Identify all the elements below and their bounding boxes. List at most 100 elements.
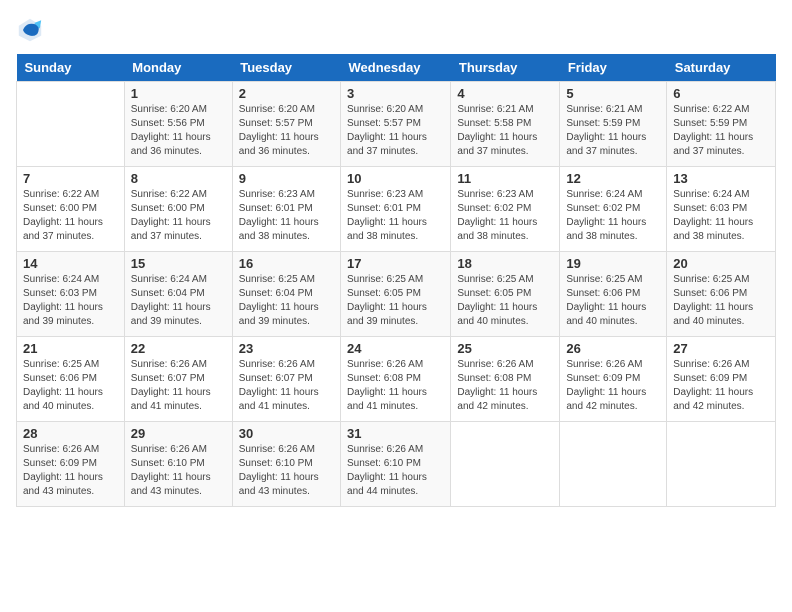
calendar-cell: 18 Sunrise: 6:25 AM Sunset: 6:05 PM Dayli… — [451, 252, 560, 337]
calendar-cell — [17, 82, 125, 167]
days-header-row: SundayMondayTuesdayWednesdayThursdayFrid… — [17, 54, 776, 82]
day-info: Sunrise: 6:26 AM Sunset: 6:10 PM Dayligh… — [131, 443, 226, 499]
day-info: Sunrise: 6:24 AM Sunset: 6:03 PM Dayligh… — [673, 188, 769, 244]
day-number: 19 — [566, 256, 660, 271]
day-info: Sunrise: 6:26 AM Sunset: 6:07 PM Dayligh… — [239, 358, 334, 414]
day-number: 14 — [23, 256, 118, 271]
calendar-cell: 20 Sunrise: 6:25 AM Sunset: 6:06 PM Dayli… — [667, 252, 776, 337]
calendar-cell: 9 Sunrise: 6:23 AM Sunset: 6:01 PM Daylig… — [232, 167, 340, 252]
day-number: 25 — [457, 341, 553, 356]
day-number: 4 — [457, 86, 553, 101]
calendar-week-row: 14 Sunrise: 6:24 AM Sunset: 6:03 PM Dayli… — [17, 252, 776, 337]
day-info: Sunrise: 6:25 AM Sunset: 6:06 PM Dayligh… — [673, 273, 769, 329]
calendar-cell: 13 Sunrise: 6:24 AM Sunset: 6:03 PM Dayli… — [667, 167, 776, 252]
day-info: Sunrise: 6:23 AM Sunset: 6:01 PM Dayligh… — [239, 188, 334, 244]
calendar-cell: 12 Sunrise: 6:24 AM Sunset: 6:02 PM Dayli… — [560, 167, 667, 252]
calendar-cell: 2 Sunrise: 6:20 AM Sunset: 5:57 PM Daylig… — [232, 82, 340, 167]
day-info: Sunrise: 6:20 AM Sunset: 5:57 PM Dayligh… — [347, 103, 444, 159]
calendar-week-row: 21Sunrise: 6:25 AM Sunset: 6:06 PM Dayli… — [17, 337, 776, 422]
day-number: 12 — [566, 171, 660, 186]
day-info: Sunrise: 6:24 AM Sunset: 6:03 PM Dayligh… — [23, 273, 118, 329]
day-number: 11 — [457, 171, 553, 186]
day-number: 17 — [347, 256, 444, 271]
day-info: Sunrise: 6:25 AM Sunset: 6:05 PM Dayligh… — [457, 273, 553, 329]
day-info: Sunrise: 6:26 AM Sunset: 6:09 PM Dayligh… — [566, 358, 660, 414]
calendar-cell: 8Sunrise: 6:22 AM Sunset: 6:00 PM Daylig… — [124, 167, 232, 252]
calendar-cell: 14 Sunrise: 6:24 AM Sunset: 6:03 PM Dayli… — [17, 252, 125, 337]
day-number: 29 — [131, 426, 226, 441]
calendar-cell: 24 Sunrise: 6:26 AM Sunset: 6:08 PM Dayli… — [341, 337, 451, 422]
day-number: 9 — [239, 171, 334, 186]
page-header — [16, 16, 776, 44]
day-number: 28 — [23, 426, 118, 441]
calendar-cell: 16 Sunrise: 6:25 AM Sunset: 6:04 PM Dayli… — [232, 252, 340, 337]
calendar-cell: 11 Sunrise: 6:23 AM Sunset: 6:02 PM Dayli… — [451, 167, 560, 252]
day-info: Sunrise: 6:20 AM Sunset: 5:57 PM Dayligh… — [239, 103, 334, 159]
logo-icon — [16, 16, 44, 44]
day-number: 23 — [239, 341, 334, 356]
day-number: 27 — [673, 341, 769, 356]
calendar-cell: 21Sunrise: 6:25 AM Sunset: 6:06 PM Dayli… — [17, 337, 125, 422]
calendar-cell: 19Sunrise: 6:25 AM Sunset: 6:06 PM Dayli… — [560, 252, 667, 337]
day-info: Sunrise: 6:25 AM Sunset: 6:04 PM Dayligh… — [239, 273, 334, 329]
day-info: Sunrise: 6:24 AM Sunset: 6:04 PM Dayligh… — [131, 273, 226, 329]
calendar-cell — [560, 422, 667, 507]
day-info: Sunrise: 6:22 AM Sunset: 5:59 PM Dayligh… — [673, 103, 769, 159]
day-number: 8 — [131, 171, 226, 186]
calendar-cell: 26 Sunrise: 6:26 AM Sunset: 6:09 PM Dayli… — [560, 337, 667, 422]
calendar-cell — [451, 422, 560, 507]
day-of-week-header: Tuesday — [232, 54, 340, 82]
day-number: 13 — [673, 171, 769, 186]
day-number: 30 — [239, 426, 334, 441]
calendar-cell: 10Sunrise: 6:23 AM Sunset: 6:01 PM Dayli… — [341, 167, 451, 252]
day-info: Sunrise: 6:26 AM Sunset: 6:10 PM Dayligh… — [347, 443, 444, 499]
day-number: 20 — [673, 256, 769, 271]
calendar-week-row: 28 Sunrise: 6:26 AM Sunset: 6:09 PM Dayli… — [17, 422, 776, 507]
logo — [16, 16, 48, 44]
calendar-cell: 25 Sunrise: 6:26 AM Sunset: 6:08 PM Dayli… — [451, 337, 560, 422]
day-number: 6 — [673, 86, 769, 101]
calendar-cell: 23 Sunrise: 6:26 AM Sunset: 6:07 PM Dayli… — [232, 337, 340, 422]
day-info: Sunrise: 6:26 AM Sunset: 6:08 PM Dayligh… — [457, 358, 553, 414]
day-info: Sunrise: 6:26 AM Sunset: 6:08 PM Dayligh… — [347, 358, 444, 414]
calendar-cell: 4 Sunrise: 6:21 AM Sunset: 5:58 PM Daylig… — [451, 82, 560, 167]
day-of-week-header: Saturday — [667, 54, 776, 82]
day-info: Sunrise: 6:21 AM Sunset: 5:59 PM Dayligh… — [566, 103, 660, 159]
day-number: 15 — [131, 256, 226, 271]
day-of-week-header: Monday — [124, 54, 232, 82]
calendar-cell: 7Sunrise: 6:22 AM Sunset: 6:00 PM Daylig… — [17, 167, 125, 252]
day-of-week-header: Friday — [560, 54, 667, 82]
day-number: 1 — [131, 86, 226, 101]
day-of-week-header: Thursday — [451, 54, 560, 82]
day-number: 5 — [566, 86, 660, 101]
day-number: 18 — [457, 256, 553, 271]
calendar-cell: 30 Sunrise: 6:26 AM Sunset: 6:10 PM Dayli… — [232, 422, 340, 507]
day-number: 26 — [566, 341, 660, 356]
day-info: Sunrise: 6:24 AM Sunset: 6:02 PM Dayligh… — [566, 188, 660, 244]
calendar-cell: 1 Sunrise: 6:20 AM Sunset: 5:56 PM Daylig… — [124, 82, 232, 167]
calendar-cell — [667, 422, 776, 507]
calendar-cell: 3Sunrise: 6:20 AM Sunset: 5:57 PM Daylig… — [341, 82, 451, 167]
calendar-cell: 28 Sunrise: 6:26 AM Sunset: 6:09 PM Dayli… — [17, 422, 125, 507]
day-info: Sunrise: 6:23 AM Sunset: 6:02 PM Dayligh… — [457, 188, 553, 244]
day-info: Sunrise: 6:26 AM Sunset: 6:09 PM Dayligh… — [673, 358, 769, 414]
calendar-cell: 31 Sunrise: 6:26 AM Sunset: 6:10 PM Dayli… — [341, 422, 451, 507]
day-info: Sunrise: 6:21 AM Sunset: 5:58 PM Dayligh… — [457, 103, 553, 159]
calendar-week-row: 1 Sunrise: 6:20 AM Sunset: 5:56 PM Daylig… — [17, 82, 776, 167]
day-info: Sunrise: 6:25 AM Sunset: 6:06 PM Dayligh… — [23, 358, 118, 414]
calendar-table: SundayMondayTuesdayWednesdayThursdayFrid… — [16, 54, 776, 507]
day-info: Sunrise: 6:22 AM Sunset: 6:00 PM Dayligh… — [23, 188, 118, 244]
day-number: 10 — [347, 171, 444, 186]
day-info: Sunrise: 6:25 AM Sunset: 6:05 PM Dayligh… — [347, 273, 444, 329]
day-info: Sunrise: 6:26 AM Sunset: 6:09 PM Dayligh… — [23, 443, 118, 499]
day-number: 22 — [131, 341, 226, 356]
day-number: 24 — [347, 341, 444, 356]
calendar-cell: 17 Sunrise: 6:25 AM Sunset: 6:05 PM Dayli… — [341, 252, 451, 337]
day-number: 2 — [239, 86, 334, 101]
day-info: Sunrise: 6:26 AM Sunset: 6:10 PM Dayligh… — [239, 443, 334, 499]
day-number: 16 — [239, 256, 334, 271]
calendar-week-row: 7Sunrise: 6:22 AM Sunset: 6:00 PM Daylig… — [17, 167, 776, 252]
calendar-cell: 29 Sunrise: 6:26 AM Sunset: 6:10 PM Dayli… — [124, 422, 232, 507]
day-info: Sunrise: 6:20 AM Sunset: 5:56 PM Dayligh… — [131, 103, 226, 159]
day-number: 31 — [347, 426, 444, 441]
